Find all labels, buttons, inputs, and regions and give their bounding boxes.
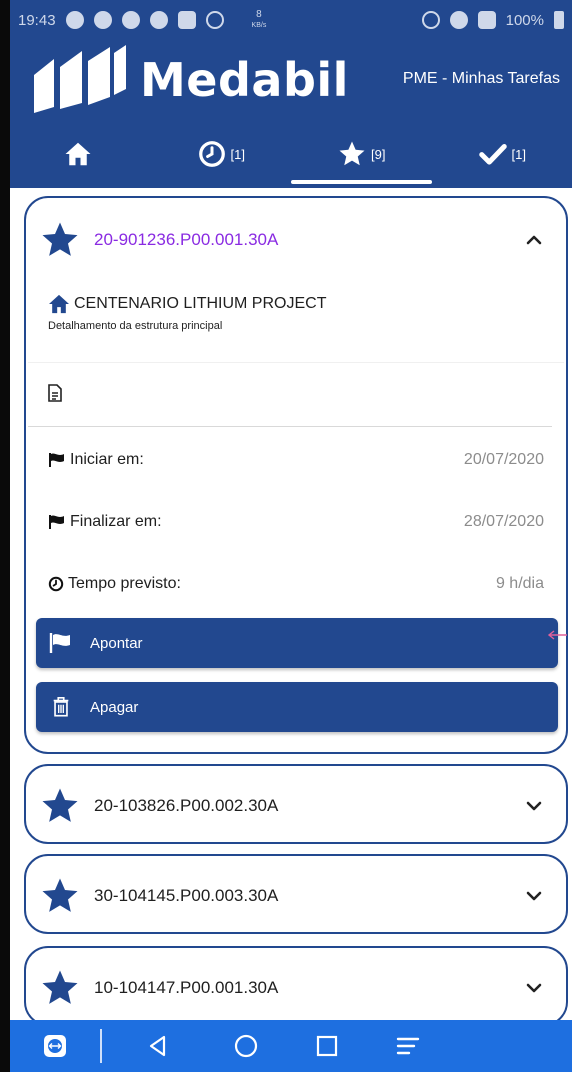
task-card-header[interactable]: 20-103826.P00.002.30A [26,766,566,846]
apontar-button[interactable]: Apontar [36,618,558,668]
document-band [28,362,564,426]
alarm-status-icon [421,11,440,29]
flag-icon [49,515,64,529]
task-card-header[interactable]: 10-104147.P00.001.30A [26,948,566,1020]
task-code: 10-104147.P00.001.30A [94,978,279,997]
app-subtitle: PME - Minhas Tarefas [402,70,560,87]
check-icon [478,144,507,165]
speed-unit: KB/s [251,21,267,29]
chevron-up-icon[interactable] [524,230,544,250]
brand: Medabil [32,44,349,116]
tab-favorites-count: [9] [371,146,386,162]
tab-pending-count: [1] [230,146,245,162]
task-card-expanded: 20-901236.P00.001.30A CENTENARIO LITHIUM… [24,196,568,754]
project-name: CENTENARIO LITHIUM PROJECT [74,295,327,312]
status-bar: 19:43 8 KB/s 100% [10,0,572,40]
end-date-row: Finalizar em: 28/07/2020 [48,510,544,534]
tab-done[interactable]: [1] [432,120,572,188]
back-button[interactable] [102,1033,214,1059]
recents-square-icon [316,1035,338,1057]
chevron-down-icon[interactable] [524,796,544,816]
favorite-star-icon[interactable] [40,876,80,916]
tab-bar: [1] [9] [1] [10,120,572,188]
chevron-down-icon[interactable] [524,886,544,906]
section-divider [28,426,552,427]
end-label: Finalizar em: [70,513,162,530]
phone-screen: 19:43 8 KB/s 100% Medabil PME - Minhas T… [10,0,572,1072]
task-code: 20-103826.P00.002.30A [94,796,279,815]
task-code: 20-901236.P00.001.30A [94,230,279,249]
signal-icon [477,11,496,29]
teamviewer-button[interactable] [10,1033,100,1059]
back-triangle-icon [149,1035,166,1057]
apagar-button[interactable]: Apagar [36,682,558,732]
alarm-icon [205,11,224,29]
network-speed: 8 KB/s [251,8,267,31]
document-icon[interactable] [48,384,62,402]
status-time: 19:43 [18,11,56,29]
favorite-star-icon[interactable] [40,786,80,826]
brand-name: Medabil [140,53,349,107]
start-label: Iniciar em: [70,451,144,468]
tab-pending[interactable]: [1] [151,120,292,188]
time-row: Tempo previsto: 9 h/dia [48,572,544,596]
trash-icon [53,697,69,717]
start-date-row: Iniciar em: 20/07/2020 [48,448,544,472]
time-value: 9 h/dia [495,575,544,592]
end-value: 28/07/2020 [463,513,544,530]
whatsapp-icon [93,11,112,29]
task-card[interactable]: 20-103826.P00.002.30A [24,764,568,844]
recents-button[interactable] [278,1033,376,1059]
app-header: 19:43 8 KB/s 100% Medabil PME - Minhas T… [10,0,572,188]
task-list[interactable]: 20-901236.P00.001.30A CENTENARIO LITHIUM… [10,188,572,1020]
flag-icon [49,453,64,467]
medabil-logo-icon [34,45,126,113]
clock-small-icon [48,576,64,592]
favorite-star-icon[interactable] [40,220,80,260]
apontar-label: Apontar [90,634,143,652]
task-card[interactable]: 30-104145.P00.003.30A [24,854,568,934]
eye-icon [121,11,140,29]
task-code: 30-104145.P00.003.30A [94,886,279,905]
teamviewer-icon [44,1035,66,1057]
tab-favorites[interactable]: [9] [291,120,432,188]
app-icon [149,11,168,29]
project-home-icon [49,294,69,314]
home-icon [65,142,91,166]
clock-icon [198,141,225,167]
favorite-star-icon[interactable] [40,968,80,1008]
project-title: CENTENARIO LITHIUM PROJECT [48,294,326,314]
menu-button[interactable] [376,1033,440,1059]
star-icon [339,141,365,166]
time-label: Tempo previsto: [68,575,181,592]
start-value: 20/07/2020 [463,451,544,468]
pointer-arrow-icon [547,630,567,640]
menu-lines-icon [396,1037,420,1055]
home-circle-icon [234,1034,258,1058]
tab-home[interactable] [10,120,151,188]
battery-level: 100% [505,11,544,29]
screen-icon [177,11,196,29]
telegram-icon [65,11,84,29]
chevron-down-icon[interactable] [524,978,544,998]
flag-outline-icon [49,633,70,653]
home-nav-button[interactable] [214,1033,278,1059]
task-card-header[interactable]: 30-104145.P00.003.30A [26,856,566,936]
task-card[interactable]: 10-104147.P00.001.30A [24,946,568,1020]
speed-value: 8 [256,8,262,20]
system-nav-bar [10,1020,572,1072]
tab-done-count: [1] [511,146,526,162]
wifi-icon [449,11,468,29]
task-card-header[interactable]: 20-901236.P00.001.30A [26,198,566,282]
apagar-label: Apagar [90,698,139,716]
screen-bezel [0,0,10,1072]
project-description: Detalhamento da estrutura principal [48,320,223,332]
battery-icon [554,11,564,29]
